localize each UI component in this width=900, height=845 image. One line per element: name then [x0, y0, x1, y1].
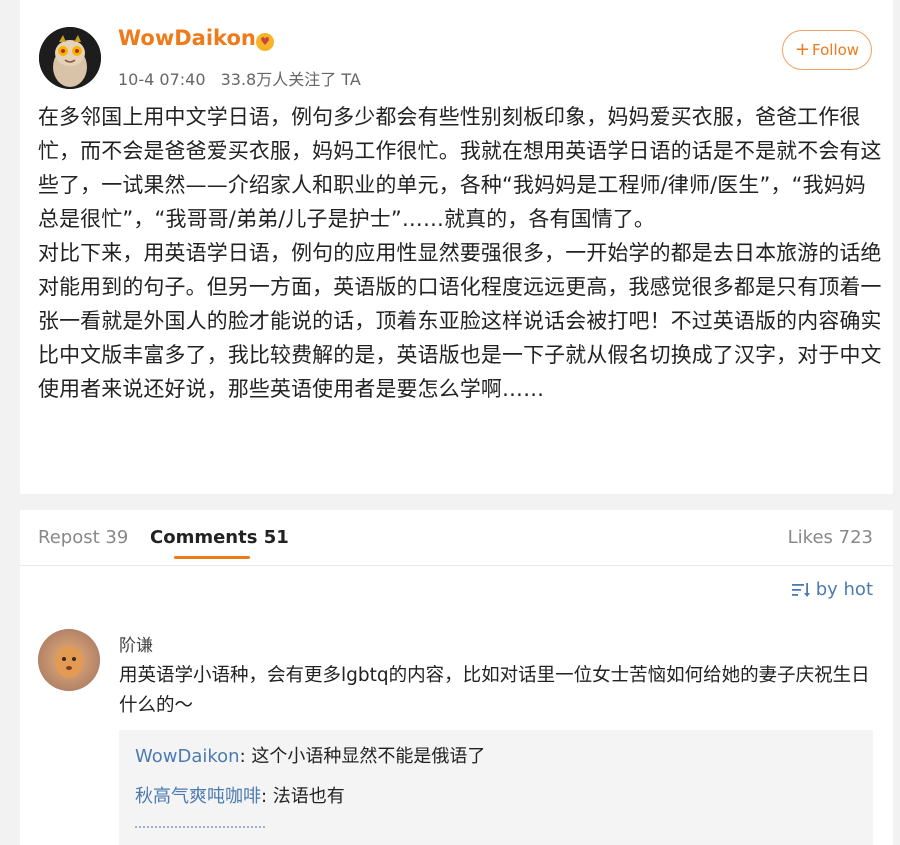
reply-user[interactable]: WowDaikon	[135, 746, 240, 767]
author-name[interactable]: WowDaikon	[118, 26, 256, 50]
post-card: WowDaikon ♥ 10-4 07:40 33.8万人关注了 TA + Fo…	[20, 0, 893, 494]
tabs-divider	[20, 565, 893, 566]
sort-button[interactable]: by hot	[791, 579, 873, 600]
sort-icon	[791, 582, 810, 597]
post-paragraph: 对比下来，用英语学日语，例句的应用性显然要强很多，一开始学的都是去日本旅游的话绝…	[38, 241, 882, 401]
tab-comments[interactable]: Comments 51	[150, 527, 289, 548]
commenter-name[interactable]: 阶谦	[119, 631, 153, 656]
sort-label: by hot	[815, 579, 873, 600]
avatar-image	[39, 27, 101, 89]
tab-repost[interactable]: Repost 39	[38, 527, 128, 548]
reply-separator: :	[239, 746, 252, 767]
follow-button[interactable]: + Follow	[782, 30, 872, 70]
reply-separator: :	[261, 786, 273, 807]
replies-box[interactable]: WowDaikon: 这个小语种显然不能是俄语了 秋高气爽吨咖啡: 法语也有	[119, 730, 873, 845]
tab-likes[interactable]: Likes 723	[788, 527, 873, 548]
reply-item: 秋高气爽吨咖啡: 法语也有	[135, 782, 345, 808]
post-body: 在多邻国上用中文学日语，例句多少都会有些性别刻板印象，妈妈爱买衣服，爸爸工作很忙…	[38, 100, 886, 406]
follow-label: Follow	[812, 41, 860, 59]
follower-count: 33.8万人关注了 TA	[220, 70, 361, 89]
reply-user[interactable]: 秋高气爽吨咖啡	[135, 786, 261, 807]
comments-card: Repost 39 Comments 51 Likes 723 by hot 阶…	[20, 510, 893, 845]
reply-item: WowDaikon: 这个小语种显然不能是俄语了	[135, 742, 485, 768]
commenter-avatar[interactable]	[38, 629, 100, 691]
post-date: 10-4 07:40	[118, 70, 206, 89]
commenter-avatar-image	[38, 629, 100, 691]
post-paragraph: 在多邻国上用中文学日语，例句多少都会有些性别刻板印象，妈妈爱买衣服，爸爸工作很忙…	[38, 105, 882, 231]
reply-text: 这个小语种显然不能是俄语了	[251, 746, 486, 767]
cut-off-reply	[135, 822, 265, 828]
vip-emoji-icon: ♥	[256, 33, 274, 51]
active-tab-indicator	[174, 556, 250, 559]
comment-text: 用英语学小语种，会有更多lgbtq的内容，比如对话里一位女士苦恼如何给她的妻子庆…	[119, 665, 870, 716]
interaction-tabs: Repost 39 Comments 51 Likes 723	[20, 510, 893, 566]
post-meta: 10-4 07:40 33.8万人关注了 TA	[118, 66, 361, 90]
reply-text: 法语也有	[272, 786, 345, 807]
author-avatar[interactable]	[39, 27, 101, 89]
plus-icon: +	[794, 39, 811, 60]
